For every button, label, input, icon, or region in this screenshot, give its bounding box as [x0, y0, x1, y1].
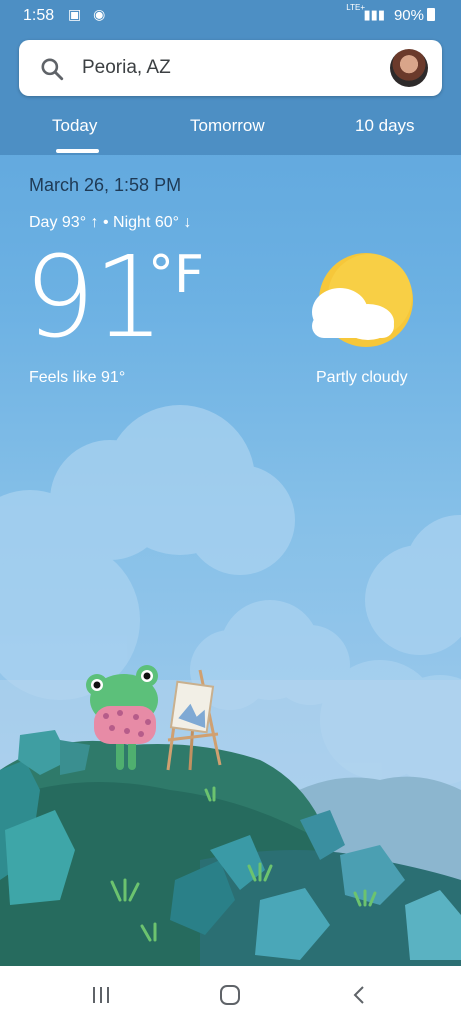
status-time: 1:58 [23, 7, 55, 24]
location-search-bar[interactable]: Peoria, AZ [19, 40, 442, 96]
day-night-range: Day 93° ↑ • Night 60° ↓ [29, 214, 192, 231]
account-avatar[interactable] [390, 49, 428, 87]
tab-today[interactable]: Today [52, 116, 97, 136]
date-time: March 26, 1:58 PM [29, 175, 182, 195]
app-header: 1:58 ▣ ◉ LTE+ ▮▮▮ 90% Peoria, AZ Today T… [0, 0, 461, 155]
network-type: LTE+ [346, 3, 365, 12]
status-bar: 1:58 ▣ ◉ LTE+ ▮▮▮ 90% [0, 0, 461, 32]
temperature-unit[interactable]: °F [148, 245, 204, 305]
current-temperature: 91 [24, 233, 165, 363]
condition-text: Partly cloudy [316, 369, 408, 386]
tab-tomorrow[interactable]: Tomorrow [190, 116, 265, 136]
battery-icon [427, 8, 435, 21]
search-icon[interactable] [39, 56, 65, 82]
forecast-tabs: Today Tomorrow 10 days [0, 108, 461, 155]
back-icon[interactable] [348, 984, 372, 1006]
partly-cloudy-icon [312, 253, 413, 347]
tab-10-days[interactable]: 10 days [355, 116, 415, 136]
notification-icons: ▣ ◉ [68, 6, 110, 22]
recents-icon[interactable] [89, 984, 113, 1006]
location-text[interactable]: Peoria, AZ [82, 57, 171, 79]
signal-icon: ▮▮▮ [363, 7, 385, 22]
system-nav-bar [0, 966, 461, 1024]
feels-like: Feels like 91° [29, 369, 126, 386]
home-icon[interactable] [218, 984, 242, 1006]
active-tab-indicator [56, 149, 99, 153]
battery-percent: 90% [394, 7, 435, 24]
